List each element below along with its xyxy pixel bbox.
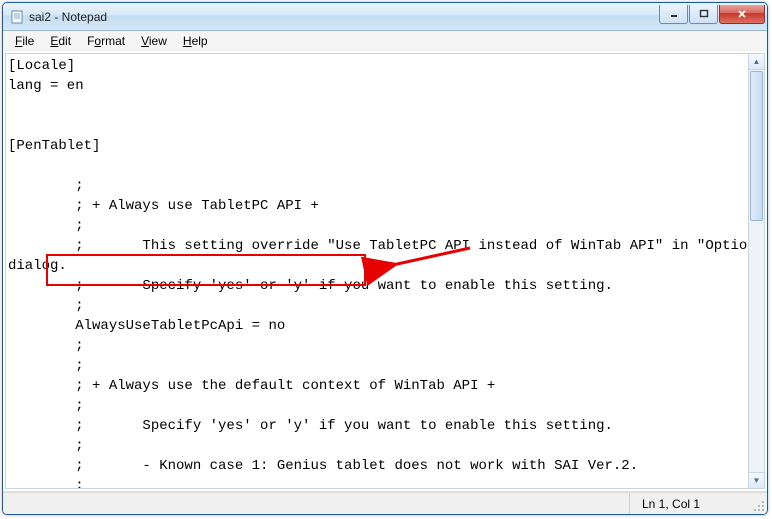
content-area: [Locale] lang = en [PenTablet] ; ; + Alw… (3, 51, 767, 492)
scroll-thumb[interactable] (750, 71, 763, 221)
notepad-window: sai2 - Notepad File Edit Format View Hel… (2, 2, 768, 515)
maximize-button[interactable] (689, 5, 718, 24)
resize-grip-icon[interactable] (749, 493, 767, 514)
scroll-up-button[interactable]: ▲ (749, 54, 764, 70)
menu-format[interactable]: Format (79, 32, 133, 50)
menu-file[interactable]: File (7, 32, 42, 50)
vertical-scrollbar[interactable]: ▲ ▼ (749, 53, 765, 489)
window-title: sai2 - Notepad (29, 10, 659, 24)
menu-edit[interactable]: Edit (42, 32, 79, 50)
minimize-button[interactable] (659, 5, 688, 24)
close-button[interactable] (719, 5, 765, 24)
status-cursor-pos: Ln 1, Col 1 (629, 493, 749, 514)
menu-help[interactable]: Help (175, 32, 216, 50)
menu-view[interactable]: View (133, 32, 175, 50)
text-editor[interactable]: [Locale] lang = en [PenTablet] ; ; + Alw… (5, 53, 749, 489)
window-controls (659, 5, 765, 24)
statusbar: Ln 1, Col 1 (3, 492, 767, 514)
app-icon (9, 9, 25, 25)
scroll-down-button[interactable]: ▼ (749, 472, 764, 488)
titlebar[interactable]: sai2 - Notepad (3, 3, 767, 31)
menubar: File Edit Format View Help (3, 31, 767, 51)
